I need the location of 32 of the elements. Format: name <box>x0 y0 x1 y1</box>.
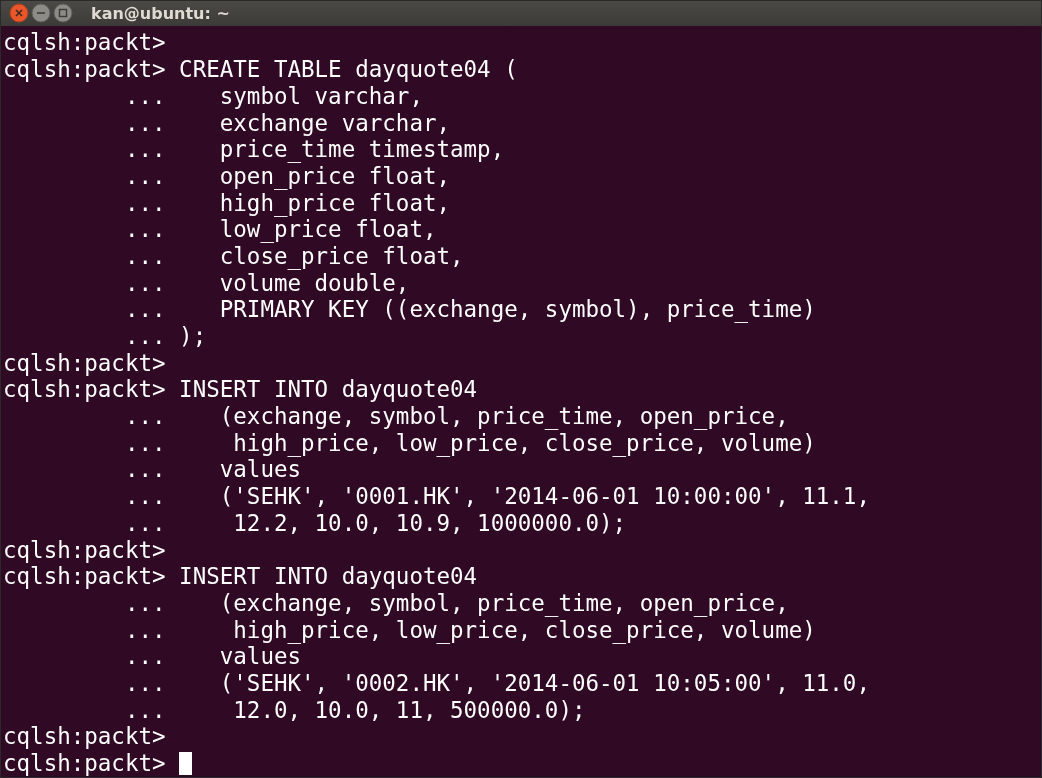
terminal-line: ... exchange varchar, <box>123 110 451 136</box>
terminal-line: cqlsh:packt> INSERT INTO dayquote04 <box>3 377 478 403</box>
terminal-line: cqlsh:packt> <box>3 751 167 777</box>
terminal-line: ... close_price float, <box>123 244 464 270</box>
terminal-line: ... values <box>123 457 301 483</box>
terminal-line: ... (exchange, symbol, price_time, open_price, <box>123 590 789 617</box>
terminal-line: ... low_price float, <box>123 217 437 243</box>
terminal-line: ... 12.0, 10.0, 11, 500000.0); <box>123 697 586 723</box>
window-title: kan@ubuntu: ~ <box>91 3 230 23</box>
terminal-line: cqlsh:packt> INSERT INTO dayquote04 <box>3 564 478 590</box>
terminal-line: ... (exchange, symbol, price_time, open_price, <box>123 404 789 430</box>
terminal-line: ... high_price float, <box>123 190 451 216</box>
terminal-line: cqlsh:packt> <box>3 350 166 376</box>
terminal-line: cqlsh:packt> <box>3 724 166 750</box>
terminal-line: ... high_price, low_price, close_price, volume) <box>123 430 816 456</box>
terminal-line: ... price_time timestamp, <box>123 137 505 163</box>
terminal-line: ... ('SEHK', '0001.HK', '2014-06-01 10:00:00', 11.1, <box>123 484 870 510</box>
terminal-line: ... 12.2, 10.0, 10.9, 1000000.0); <box>123 510 627 537</box>
terminal-line: ... open_price float, <box>123 163 451 190</box>
terminal-line: ... ); <box>123 324 207 350</box>
terminal-line: cqlsh:packt> <box>3 30 166 56</box>
close-icon[interactable] <box>9 3 29 24</box>
terminal-line: ... high_price, low_price, close_price, volume) <box>123 617 816 643</box>
maximize-icon[interactable] <box>53 3 73 24</box>
terminal-line: ... PRIMARY KEY ((exchange, symbol), price_time) <box>123 297 816 323</box>
terminal-line: ... values <box>123 644 301 670</box>
terminal-line: cqlsh:packt> <box>3 537 166 563</box>
terminal-line: ... ('SEHK', '0002.HK', '2014-06-01 10:05:00', 11.0, <box>123 671 870 697</box>
terminal-line: ... volume double, <box>123 270 410 296</box>
terminal-line: cqlsh:packt> CREATE TABLE dayquote04 ( <box>3 57 518 83</box>
minimize-icon[interactable] <box>31 3 51 24</box>
terminal-line: ... symbol varchar, <box>123 83 423 110</box>
